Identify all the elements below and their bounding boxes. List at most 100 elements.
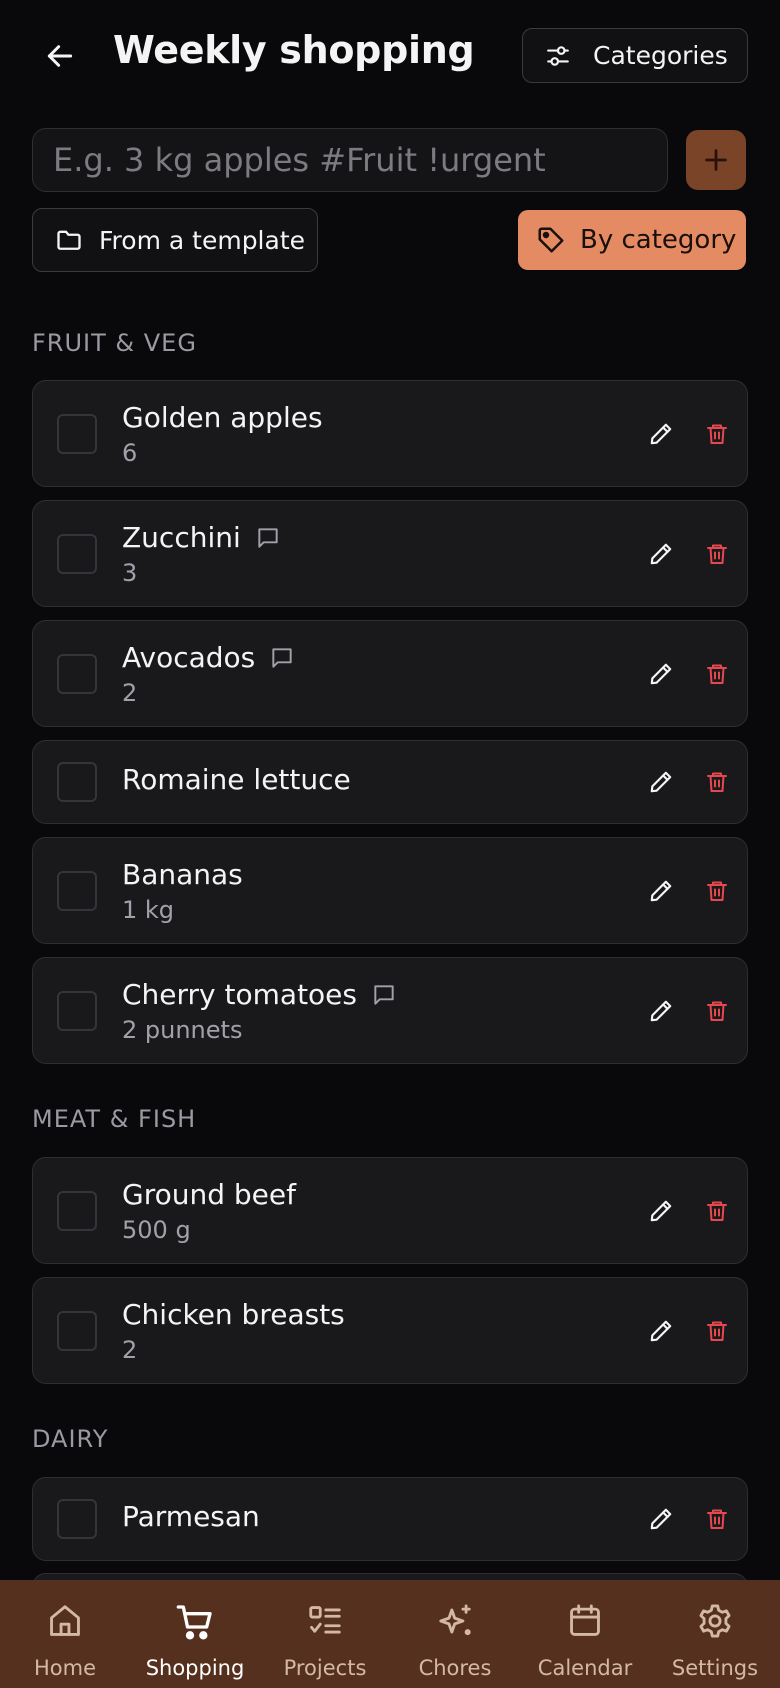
item-checkbox[interactable] — [57, 991, 97, 1031]
delete-button[interactable] — [697, 654, 737, 694]
pencil-icon — [650, 880, 672, 902]
section-title-dairy: DAIRY — [32, 1425, 109, 1453]
nav-label: Settings — [671, 1656, 759, 1680]
pencil-icon — [650, 1200, 672, 1222]
list-item: Zucchini 3 — [32, 500, 748, 607]
pencil-icon — [650, 771, 672, 793]
pencil-icon — [650, 663, 672, 685]
list-item: Parmesan — [32, 1477, 748, 1561]
delete-button[interactable] — [697, 762, 737, 802]
nav-item-home[interactable]: Home — [0, 1580, 130, 1688]
list-item: Avocados 2 — [32, 620, 748, 727]
nav-label: Projects — [283, 1656, 367, 1680]
back-button[interactable] — [40, 36, 80, 76]
list-checks-icon — [309, 1606, 341, 1634]
edit-button[interactable] — [641, 762, 681, 802]
pencil-icon — [650, 1000, 672, 1022]
edit-button[interactable] — [641, 654, 681, 694]
item-checkbox[interactable] — [57, 534, 97, 574]
edit-button[interactable] — [641, 871, 681, 911]
list-item: Golden apples 6 — [32, 380, 748, 487]
trash-icon — [707, 1509, 727, 1529]
trash-icon — [707, 664, 727, 684]
from-template-button[interactable]: From a template — [32, 208, 318, 272]
edit-button[interactable] — [641, 534, 681, 574]
delete-button[interactable] — [697, 534, 737, 574]
item-checkbox[interactable] — [57, 762, 97, 802]
item-checkbox[interactable] — [57, 414, 97, 454]
sparkles-icon — [439, 1604, 471, 1636]
item-name: Zucchini — [122, 521, 241, 554]
delete-button[interactable] — [697, 1191, 737, 1231]
delete-button[interactable] — [697, 871, 737, 911]
item-name: Romaine lettuce — [122, 763, 351, 796]
folder-icon — [57, 230, 81, 250]
categories-button[interactable]: Categories — [522, 28, 748, 83]
item-name: Ground beef — [122, 1178, 296, 1211]
comment-icon — [371, 982, 397, 1008]
nav-label: Calendar — [537, 1656, 633, 1680]
gear-icon — [699, 1604, 731, 1638]
bottom-nav: Home Shopping Projects Chores Calendar S… — [0, 1580, 780, 1688]
nav-label: Chores — [418, 1656, 492, 1680]
delete-button[interactable] — [697, 414, 737, 454]
edit-button[interactable] — [641, 1191, 681, 1231]
list-item: Cherry tomatoes 2 punnets — [32, 957, 748, 1064]
item-name: Parmesan — [122, 1500, 260, 1533]
nav-label: Home — [33, 1656, 96, 1680]
delete-button[interactable] — [697, 991, 737, 1031]
trash-icon — [707, 1201, 727, 1221]
calendar-icon — [570, 1604, 600, 1636]
nav-label: Shopping — [145, 1656, 245, 1680]
edit-button[interactable] — [641, 1311, 681, 1351]
item-checkbox[interactable] — [57, 1499, 97, 1539]
nav-item-settings[interactable]: Settings — [650, 1580, 780, 1688]
nav-item-calendar[interactable]: Calendar — [520, 1580, 650, 1688]
list-item: Ground beef 500 g — [32, 1157, 748, 1264]
nav-item-chores[interactable]: Chores — [390, 1580, 520, 1688]
by-category-label: By category — [580, 225, 737, 255]
list-item: Romaine lettuce — [32, 740, 748, 824]
pencil-icon — [650, 1508, 672, 1530]
item-name: Chicken breasts — [122, 1298, 345, 1331]
nav-item-shopping[interactable]: Shopping — [130, 1580, 260, 1688]
arrow-left-icon — [47, 45, 73, 67]
tag-icon — [538, 227, 564, 253]
item-quantity: 2 — [122, 1336, 138, 1364]
item-quantity: 1 kg — [122, 896, 175, 924]
delete-button[interactable] — [697, 1311, 737, 1351]
item-quantity: 6 — [122, 439, 138, 467]
section-title-fruit-veg: FRUIT & VEG — [32, 329, 197, 357]
by-category-button[interactable]: By category — [518, 210, 746, 270]
item-checkbox[interactable] — [57, 871, 97, 911]
item-quantity: 2 — [122, 679, 138, 707]
nav-item-projects[interactable]: Projects — [260, 1580, 390, 1688]
cart-icon — [176, 1605, 212, 1640]
add-item-button[interactable] — [686, 130, 746, 190]
item-quantity: 2 punnets — [122, 1016, 243, 1044]
trash-icon — [707, 544, 727, 564]
home-icon — [50, 1605, 80, 1636]
plus-icon — [705, 149, 727, 171]
edit-button[interactable] — [641, 414, 681, 454]
item-checkbox[interactable] — [57, 1191, 97, 1231]
header: Weekly shopping Categories — [0, 0, 780, 110]
item-checkbox[interactable] — [57, 1311, 97, 1351]
from-template-label: From a template — [99, 225, 306, 255]
page-title: Weekly shopping — [113, 28, 475, 72]
add-item-input[interactable] — [32, 128, 668, 192]
comment-icon — [255, 525, 281, 551]
item-name: Cherry tomatoes — [122, 978, 357, 1011]
categories-button-label: Categories — [593, 41, 728, 70]
trash-icon — [707, 881, 727, 901]
item-name: Bananas — [122, 858, 243, 891]
item-name: Avocados — [122, 641, 256, 674]
edit-button[interactable] — [641, 991, 681, 1031]
pencil-icon — [650, 423, 672, 445]
item-name: Golden apples — [122, 401, 323, 434]
trash-icon — [707, 424, 727, 444]
trash-icon — [707, 1321, 727, 1341]
edit-button[interactable] — [641, 1499, 681, 1539]
item-checkbox[interactable] — [57, 654, 97, 694]
delete-button[interactable] — [697, 1499, 737, 1539]
